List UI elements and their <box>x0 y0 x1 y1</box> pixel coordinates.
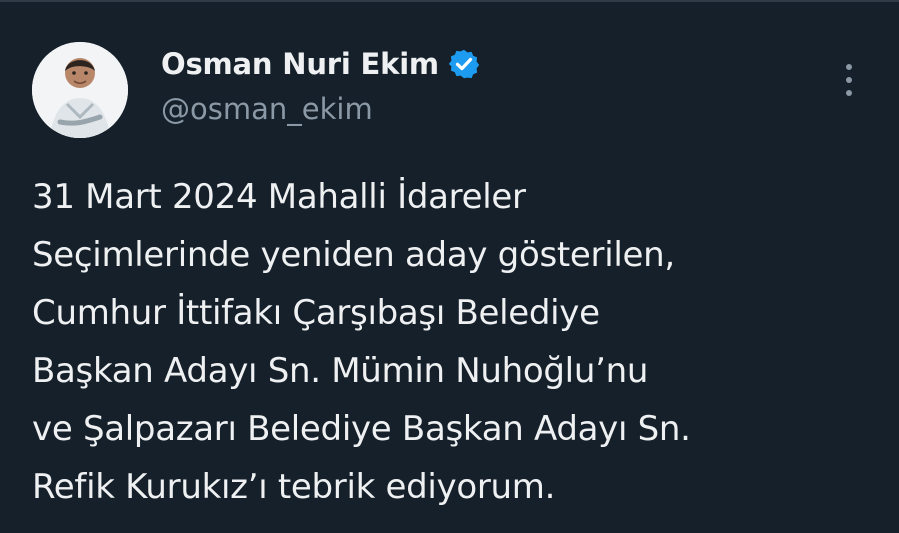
tweet-text-line: Cumhur İttifakı Çarşıbaşı Belediye <box>32 293 600 333</box>
tweet-card: Osman Nuri Ekim @osman_ekim 31 Mart 2024… <box>0 0 899 533</box>
more-options-icon <box>846 90 852 96</box>
author-display-name[interactable]: Osman Nuri Ekim <box>161 47 439 81</box>
tweet-text-line: 31 Mart 2024 Mahalli İdareler <box>32 177 526 217</box>
avatar-photo <box>32 42 128 138</box>
author-handle[interactable]: @osman_ekim <box>161 92 373 126</box>
more-options-button[interactable] <box>832 60 866 100</box>
author-avatar[interactable] <box>32 42 128 138</box>
tweet-text-line: ve Şalpazarı Belediye Başkan Adayı Sn. <box>32 409 691 449</box>
tweet-text-line: Seçimlerinde yeniden aday gösterilen, <box>32 235 675 275</box>
tweet-text-line: Başkan Adayı Sn. Mümin Nuhoğlu’nu <box>32 351 649 391</box>
verified-badge-icon <box>448 48 480 80</box>
more-options-icon <box>846 64 852 70</box>
more-options-icon <box>846 77 852 83</box>
tweet-text: 31 Mart 2024 Mahalli İdareler Seçimlerin… <box>32 168 882 516</box>
author-name-row: Osman Nuri Ekim <box>161 44 480 84</box>
tweet-text-line: Refik Kurukız’ı tebrik ediyorum. <box>32 467 556 507</box>
